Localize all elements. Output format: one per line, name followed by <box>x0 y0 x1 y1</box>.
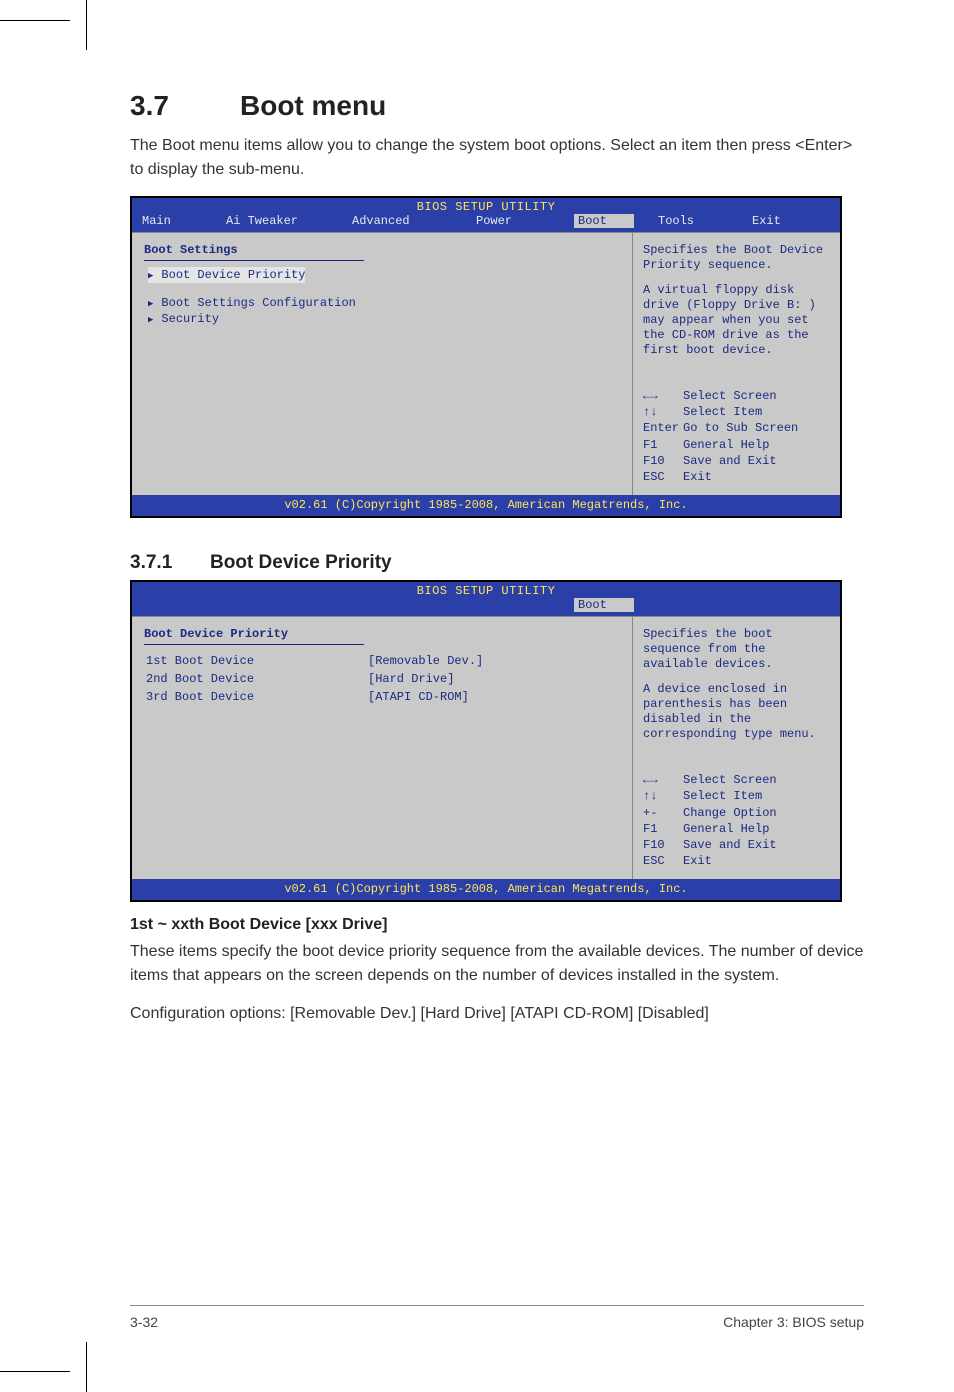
key-desc: Exit <box>683 854 712 868</box>
menu-boot-device-priority[interactable]: Boot Device Priority <box>148 267 305 283</box>
page-footer: 3-32 Chapter 3: BIOS setup <box>130 1314 864 1330</box>
bios-help-panel: Specifies the boot sequence from the ava… <box>632 617 840 879</box>
arrows-ud-icon: ↑↓ <box>643 404 683 420</box>
tab-exit[interactable]: Exit <box>752 214 802 228</box>
paragraph-2: Configuration options: [Removable Dev.] … <box>130 1002 864 1026</box>
tab-boot[interactable]: Boot <box>574 214 634 228</box>
bios-footer: v02.61 (C)Copyright 1985-2008, American … <box>132 879 840 900</box>
bios-title: BIOS SETUP UTILITY <box>132 198 840 214</box>
chapter-title: Chapter 3: BIOS setup <box>723 1314 864 1330</box>
table-row[interactable]: 2nd Boot Device [Hard Drive] <box>146 671 483 687</box>
crop-mark-vertical <box>86 1342 87 1392</box>
key-desc: Change Option <box>683 806 777 820</box>
row-value: [ATAPI CD-ROM] <box>368 689 483 705</box>
row-key: 1st Boot Device <box>146 653 366 669</box>
key-f10: F10 <box>643 837 683 853</box>
crop-mark-vertical <box>86 0 87 50</box>
menu-boot-settings-config[interactable]: Boot Settings Configuration <box>148 295 620 311</box>
table-row[interactable]: 3rd Boot Device [ATAPI CD-ROM] <box>146 689 483 705</box>
bios-screenshot-priority: BIOS SETUP UTILITY . . . . Boot Boot Dev… <box>130 580 842 902</box>
paragraph-heading: 1st ~ xxth Boot Device [xxx Drive] <box>130 916 864 934</box>
tab-power[interactable]: Power <box>476 214 550 228</box>
bios-screenshot-bootmenu: BIOS SETUP UTILITY Main Ai Tweaker Advan… <box>130 196 842 518</box>
page-content: 3.7Boot menu The Boot menu items allow y… <box>130 90 864 1332</box>
key-desc: Save and Exit <box>683 838 777 852</box>
key-legend: ←→Select Screen ↑↓Select Item +-Change O… <box>643 772 830 869</box>
key-plusminus: +- <box>643 805 683 821</box>
key-f10: F10 <box>643 453 683 469</box>
tab-main[interactable]: Main <box>142 214 202 228</box>
arrows-lr-icon: ←→ <box>643 772 683 788</box>
paragraph-1: These items specify the boot device prio… <box>130 940 864 988</box>
key-desc: Select Item <box>683 789 762 803</box>
key-legend: ←→Select Screen ↑↓Select Item EnterGo to… <box>643 388 830 485</box>
subsection-heading: 3.7.1Boot Device Priority <box>130 552 864 574</box>
page-number: 3-32 <box>130 1314 158 1330</box>
menu-label: Boot Device Priority <box>161 268 305 282</box>
key-desc: Select Screen <box>683 389 777 403</box>
arrows-ud-icon: ↑↓ <box>643 788 683 804</box>
bios-footer: v02.61 (C)Copyright 1985-2008, American … <box>132 495 840 516</box>
key-desc: Go to Sub Screen <box>683 421 798 435</box>
divider <box>144 260 364 261</box>
row-key: 3rd Boot Device <box>146 689 366 705</box>
key-desc: Select Item <box>683 405 762 419</box>
boot-priority-heading: Boot Device Priority <box>144 627 620 641</box>
menu-label: Security <box>161 312 219 326</box>
key-desc: General Help <box>683 438 769 452</box>
key-desc: Select Screen <box>683 773 777 787</box>
key-esc: ESC <box>643 853 683 869</box>
subsection-title: Boot Device Priority <box>210 552 392 573</box>
key-enter: Enter <box>643 420 683 436</box>
crop-mark-horizontal <box>0 20 70 21</box>
key-desc: Exit <box>683 470 712 484</box>
boot-settings-heading: Boot Settings <box>144 243 620 257</box>
menu-label: Boot Settings Configuration <box>161 296 355 310</box>
key-esc: ESC <box>643 469 683 485</box>
section-heading: 3.7Boot menu <box>130 90 864 122</box>
tab-ai-tweaker[interactable]: Ai Tweaker <box>226 214 328 228</box>
tab-boot[interactable]: Boot <box>574 598 634 612</box>
bios-left-panel: Boot Device Priority 1st Boot Device [Re… <box>132 617 632 879</box>
help-text: Specifies the boot sequence from the ava… <box>643 627 830 672</box>
tab-advanced[interactable]: Advanced <box>352 214 452 228</box>
key-desc: Save and Exit <box>683 454 777 468</box>
bios-title: BIOS SETUP UTILITY <box>132 582 840 598</box>
subsection-number: 3.7.1 <box>130 552 210 574</box>
menu-security[interactable]: Security <box>148 311 620 327</box>
key-f1: F1 <box>643 821 683 837</box>
section-number: 3.7 <box>130 90 240 122</box>
help-text: Specifies the Boot Device Priority seque… <box>643 243 830 273</box>
divider <box>144 644 364 645</box>
bios-left-panel: Boot Settings Boot Device Priority Boot … <box>132 233 632 495</box>
key-f1: F1 <box>643 437 683 453</box>
footer-divider <box>130 1305 864 1306</box>
key-desc: General Help <box>683 822 769 836</box>
tab-tools[interactable]: Tools <box>658 214 728 228</box>
row-key: 2nd Boot Device <box>146 671 366 687</box>
boot-device-table: 1st Boot Device [Removable Dev.] 2nd Boo… <box>144 651 485 707</box>
crop-mark-horizontal <box>0 1371 70 1372</box>
section-title: Boot menu <box>240 90 386 121</box>
row-value: [Removable Dev.] <box>368 653 483 669</box>
bios-tabs: . . . . Boot <box>132 598 840 616</box>
bios-help-panel: Specifies the Boot Device Priority seque… <box>632 233 840 495</box>
arrows-lr-icon: ←→ <box>643 388 683 404</box>
intro-paragraph: The Boot menu items allow you to change … <box>130 134 864 182</box>
help-text-2: A device enclosed in parenthesis has bee… <box>643 682 830 742</box>
help-text-2: A virtual floppy disk drive (Floppy Driv… <box>643 283 830 358</box>
table-row[interactable]: 1st Boot Device [Removable Dev.] <box>146 653 483 669</box>
bios-tabs: Main Ai Tweaker Advanced Power Boot Tool… <box>132 214 840 232</box>
row-value: [Hard Drive] <box>368 671 483 687</box>
